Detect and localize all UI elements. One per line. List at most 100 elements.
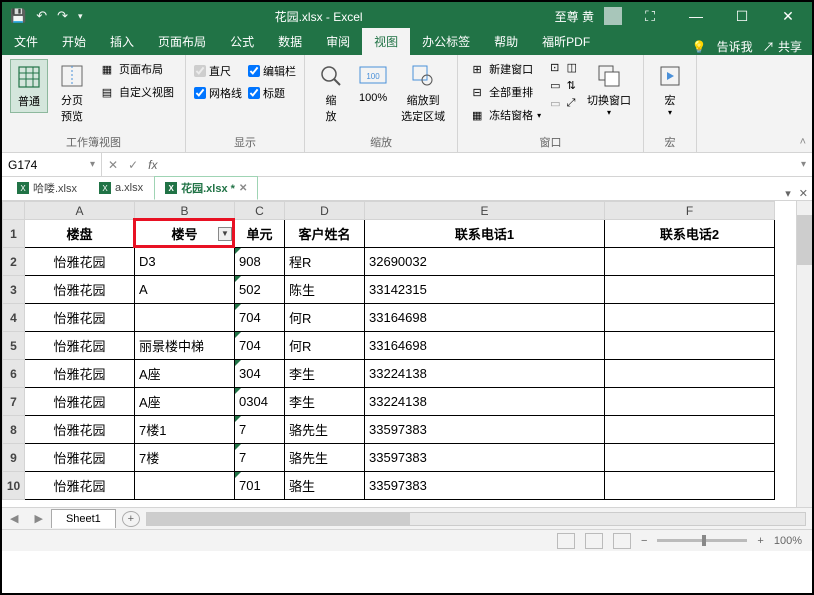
cell[interactable]: 32690032: [365, 248, 605, 276]
cell[interactable]: A座: [135, 388, 235, 416]
row-header[interactable]: 2: [3, 248, 25, 276]
maximize-button[interactable]: ☐: [724, 8, 760, 25]
cancel-formula-icon[interactable]: ✕: [108, 158, 118, 172]
qat-dropdown-icon[interactable]: ▾: [78, 11, 83, 22]
gridlines-checkbox[interactable]: 网格线: [194, 85, 242, 101]
zoom-level[interactable]: 100%: [774, 535, 802, 547]
workbook-tab-2[interactable]: X花园.xlsx *✕: [154, 176, 258, 200]
select-all-corner[interactable]: [3, 202, 25, 220]
ribbon-tab-4[interactable]: 公式: [218, 28, 266, 55]
cell[interactable]: 33597383: [365, 472, 605, 500]
row-header[interactable]: 9: [3, 444, 25, 472]
column-header[interactable]: C: [235, 202, 285, 220]
cell[interactable]: 33224138: [365, 388, 605, 416]
ribbon-tab-1[interactable]: 开始: [50, 28, 98, 55]
row-header[interactable]: 6: [3, 360, 25, 388]
column-header[interactable]: B: [135, 202, 235, 220]
cell[interactable]: 怡雅花园: [25, 360, 135, 388]
column-header[interactable]: E: [365, 202, 605, 220]
cell[interactable]: 骆生: [285, 472, 365, 500]
name-box[interactable]: G174 ▾: [2, 153, 102, 176]
scrollbar-thumb[interactable]: [147, 513, 410, 525]
spreadsheet-grid[interactable]: ABCDEF 1楼盘楼号▼单元客户姓名联系电话1联系电话22怡雅花园D3908程…: [2, 201, 775, 500]
enter-formula-icon[interactable]: ✓: [128, 158, 138, 172]
ribbon-tab-5[interactable]: 数据: [266, 28, 314, 55]
cell[interactable]: 怡雅花园: [25, 248, 135, 276]
cell[interactable]: 何R: [285, 332, 365, 360]
ribbon-tab-7[interactable]: 视图: [362, 28, 410, 55]
ribbon-tab-10[interactable]: 福昕PDF: [530, 28, 602, 55]
custom-views-button[interactable]: ▤自定义视图: [96, 82, 177, 102]
workbook-tab-0[interactable]: X哈喽.xlsx: [6, 176, 88, 200]
ribbon-tab-3[interactable]: 页面布局: [146, 28, 218, 55]
macros-button[interactable]: 宏 ▾: [652, 59, 688, 120]
page-layout-button[interactable]: ▦页面布局: [96, 59, 177, 79]
cell[interactable]: 908: [235, 248, 285, 276]
cell[interactable]: 33142315: [365, 276, 605, 304]
cell[interactable]: [135, 472, 235, 500]
cell[interactable]: 0304: [235, 388, 285, 416]
cell[interactable]: 7楼1: [135, 416, 235, 444]
cell[interactable]: 怡雅花园: [25, 472, 135, 500]
cell[interactable]: 304: [235, 360, 285, 388]
close-tab-icon[interactable]: ✕: [239, 183, 247, 194]
zoom-in-button[interactable]: +: [757, 535, 763, 547]
cell[interactable]: [605, 444, 775, 472]
sheet-nav-prev-icon[interactable]: ◀: [2, 512, 26, 525]
cell[interactable]: 704: [235, 304, 285, 332]
zoom-out-button[interactable]: −: [641, 535, 647, 547]
share-button[interactable]: ↗ 共享: [763, 38, 802, 55]
zoom-100-button[interactable]: 100 100%: [355, 59, 391, 107]
cell[interactable]: D3: [135, 248, 235, 276]
fx-icon[interactable]: fx: [148, 158, 157, 172]
cell[interactable]: [605, 416, 775, 444]
formula-input[interactable]: [167, 158, 789, 172]
cell[interactable]: [605, 332, 775, 360]
row-header[interactable]: 1: [3, 220, 25, 248]
switch-windows-button[interactable]: 切换窗口 ▾: [583, 59, 635, 120]
filter-dropdown-icon[interactable]: ▼: [218, 227, 232, 241]
unhide-icon[interactable]: ▭: [550, 97, 560, 110]
zoom-to-selection-button[interactable]: 缩放到 选定区域: [397, 59, 449, 127]
cell[interactable]: 33224138: [365, 360, 605, 388]
user-avatar-icon[interactable]: [604, 7, 622, 25]
expand-formula-bar-icon[interactable]: ▾: [795, 159, 812, 170]
sheet-nav-next-icon[interactable]: ▶: [26, 512, 50, 525]
cell[interactable]: 怡雅花园: [25, 416, 135, 444]
cell[interactable]: [605, 276, 775, 304]
cell[interactable]: 502: [235, 276, 285, 304]
cell[interactable]: 李生: [285, 360, 365, 388]
cell[interactable]: 怡雅花园: [25, 388, 135, 416]
ribbon-options-icon[interactable]: ⛶: [632, 8, 668, 25]
cell[interactable]: 程R: [285, 248, 365, 276]
new-window-button[interactable]: ⊞新建窗口: [466, 59, 544, 79]
cell[interactable]: A: [135, 276, 235, 304]
column-header[interactable]: F: [605, 202, 775, 220]
add-sheet-button[interactable]: +: [122, 511, 140, 527]
redo-icon[interactable]: ↷: [57, 8, 68, 24]
cell[interactable]: 丽景楼中梯: [135, 332, 235, 360]
name-box-dropdown-icon[interactable]: ▾: [90, 159, 95, 170]
page-break-toggle[interactable]: [613, 533, 631, 549]
sync-scroll-icon[interactable]: ⇅: [567, 79, 577, 92]
zoom-slider[interactable]: [657, 539, 747, 542]
tab-dropdown-icon[interactable]: ▾: [785, 187, 791, 200]
cell[interactable]: 陈生: [285, 276, 365, 304]
cell[interactable]: 704: [235, 332, 285, 360]
row-header[interactable]: 7: [3, 388, 25, 416]
cell[interactable]: 怡雅花园: [25, 444, 135, 472]
cell[interactable]: 7楼: [135, 444, 235, 472]
ribbon-tab-6[interactable]: 审阅: [314, 28, 362, 55]
arrange-all-button[interactable]: ⊟全部重排: [466, 82, 544, 102]
close-workbook-icon[interactable]: ✕: [799, 187, 808, 200]
row-header[interactable]: 4: [3, 304, 25, 332]
cell[interactable]: [605, 360, 775, 388]
cell[interactable]: 何R: [285, 304, 365, 332]
normal-view-button[interactable]: 普通: [10, 59, 48, 113]
ribbon-tab-2[interactable]: 插入: [98, 28, 146, 55]
table-header-cell[interactable]: 联系电话2: [605, 220, 775, 248]
table-header-cell[interactable]: 楼号▼: [135, 220, 235, 248]
undo-icon[interactable]: ↶: [36, 8, 47, 24]
save-icon[interactable]: 💾: [10, 8, 26, 24]
scrollbar-thumb[interactable]: [797, 215, 812, 265]
